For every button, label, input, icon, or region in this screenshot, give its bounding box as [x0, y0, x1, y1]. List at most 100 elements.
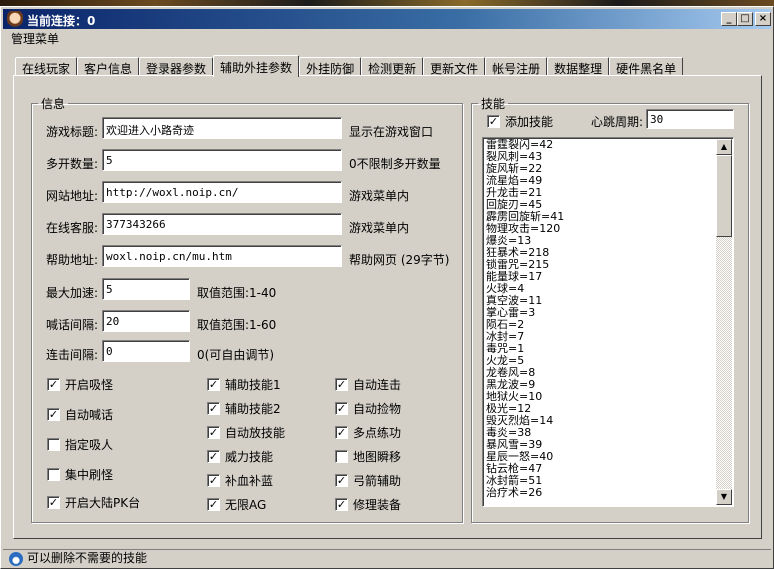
checkbox[interactable]: ✓: [207, 474, 220, 487]
option-auto-pickup[interactable]: ✓ 自动捡物: [335, 400, 401, 417]
option-label: 多点练功: [353, 426, 402, 440]
multi-open-input[interactable]: 5: [102, 149, 342, 171]
skill-list-scrollbar[interactable]: ▲ ▼: [716, 139, 732, 505]
checkbox[interactable]: ✓: [47, 496, 60, 509]
online-service-input[interactable]: 377343266: [102, 213, 342, 235]
add-skill-label: 添加技能: [505, 115, 554, 129]
multi-open-label: 多开数量:: [46, 157, 99, 171]
game-title-note: 显示在游戏窗口: [349, 125, 434, 139]
max-speed-input[interactable]: 5: [102, 278, 190, 300]
title-bar[interactable]: 当前连接：0 _ □ ×: [3, 9, 771, 29]
option-label: 威力技能: [225, 450, 274, 464]
online-service-label: 在线客服:: [46, 221, 99, 235]
checkbox[interactable]: [335, 450, 348, 463]
option-label: 辅助技能2: [225, 402, 281, 416]
add-skill-checkbox[interactable]: ✓ 添加技能: [487, 113, 553, 130]
option-hp-mp-refill[interactable]: ✓ 补血补蓝: [207, 472, 273, 489]
website-input[interactable]: http://woxl.noip.cn/: [102, 181, 342, 203]
option-repair-equipment[interactable]: ✓ 修理装备: [335, 496, 401, 513]
checkbox[interactable]: ✓: [207, 426, 220, 439]
option-multi-point-training[interactable]: ✓ 多点练功: [335, 424, 401, 441]
checkbox[interactable]: ✓: [487, 115, 500, 128]
checkbox[interactable]: ✓: [207, 450, 220, 463]
option-label: 地图瞬移: [353, 450, 402, 464]
tab-hardware-blacklist[interactable]: 硬件黑名单: [609, 57, 684, 76]
option-auto-combo[interactable]: ✓ 自动连击: [335, 376, 401, 393]
checkbox[interactable]: ✓: [207, 378, 220, 391]
menu-bar: 管理菜单: [11, 30, 59, 46]
tab-check-update[interactable]: 检测更新: [361, 57, 424, 76]
max-speed-note: 取值范围:1-40: [197, 286, 277, 300]
option-assist-skill-1[interactable]: ✓ 辅助技能1: [207, 376, 281, 393]
skill-list-item[interactable]: 治疗术=26: [486, 487, 714, 499]
scroll-down-icon[interactable]: ▼: [716, 489, 732, 505]
checkbox[interactable]: ✓: [207, 402, 220, 415]
tab-online-players[interactable]: 在线玩家: [15, 57, 78, 76]
minimize-button[interactable]: _: [721, 12, 737, 26]
checkbox[interactable]: ✓: [47, 378, 60, 391]
option-auto-shout[interactable]: ✓ 自动喊话: [47, 406, 113, 423]
multi-open-note: 0不限制多开数量: [349, 157, 441, 171]
option-label: 开启大陆PK台: [65, 496, 141, 510]
app-icon: [7, 11, 23, 27]
option-label: 集中刷怪: [65, 468, 114, 482]
help-url-label: 帮助地址:: [46, 253, 99, 267]
checkbox[interactable]: ✓: [335, 402, 348, 415]
option-label: 补血补蓝: [225, 474, 274, 488]
option-power-skill[interactable]: ✓ 威力技能: [207, 448, 273, 465]
checkbox[interactable]: [47, 468, 60, 481]
option-archery-assist[interactable]: ✓ 弓箭辅助: [335, 472, 401, 489]
option-map-teleport[interactable]: 地图瞬移: [335, 448, 401, 465]
info-group-legend: 信息: [41, 97, 66, 111]
heartbeat-input[interactable]: 30: [646, 109, 734, 129]
option-assist-skill-2[interactable]: ✓ 辅助技能2: [207, 400, 281, 417]
game-title-input[interactable]: 欢迎进入小路奇迹: [102, 117, 342, 139]
help-url-input[interactable]: woxl.noip.cn/mu.htm: [102, 245, 342, 267]
tab-strip: 在线玩家 客户信息 登录器参数 辅助外挂参数 外挂防御 检测更新 更新文件 帐号…: [15, 55, 684, 77]
option-label: 自动喊话: [65, 408, 114, 422]
option-label: 辅助技能1: [225, 378, 281, 392]
tab-assist-params[interactable]: 辅助外挂参数: [213, 55, 300, 77]
combo-interval-label: 连击间隔:: [46, 348, 99, 362]
help-url-note: 帮助网页 (29字节): [349, 253, 450, 267]
checkbox[interactable]: ✓: [335, 498, 348, 511]
tab-update-files[interactable]: 更新文件: [423, 57, 486, 76]
maximize-button[interactable]: □: [737, 12, 753, 26]
tab-account-register[interactable]: 帐号注册: [485, 57, 548, 76]
checkbox[interactable]: ✓: [207, 498, 220, 511]
shout-interval-note: 取值范围:1-60: [197, 318, 277, 332]
option-target-pull[interactable]: 指定吸人: [47, 436, 113, 453]
website-label: 网站地址:: [46, 189, 99, 203]
option-label: 自动捡物: [353, 402, 402, 416]
online-service-note: 游戏菜单内: [349, 221, 410, 235]
checkbox[interactable]: [47, 438, 60, 451]
checkbox[interactable]: ✓: [335, 474, 348, 487]
option-unlimited-ag[interactable]: ✓ 无限AG: [207, 496, 266, 513]
website-note: 游戏菜单内: [349, 189, 410, 203]
option-pk-arena[interactable]: ✓ 开启大陆PK台: [47, 494, 140, 511]
shout-interval-input[interactable]: 20: [102, 310, 190, 332]
combo-interval-input[interactable]: 0: [102, 340, 190, 362]
option-label: 自动连击: [353, 378, 402, 392]
menu-manage[interactable]: 管理菜单: [11, 32, 59, 46]
checkbox[interactable]: ✓: [47, 408, 60, 421]
status-text: 可以删除不需要的技能: [27, 551, 148, 565]
info-icon: [9, 552, 23, 566]
close-button[interactable]: ×: [755, 12, 771, 26]
tab-customer-info[interactable]: 客户信息: [77, 57, 140, 76]
option-auto-pull-monsters[interactable]: ✓ 开启吸怪: [47, 376, 113, 393]
app-window: 当前连接：0 _ □ × 管理菜单 在线玩家 客户信息 登录器参数 辅助外挂参数…: [0, 6, 774, 569]
option-label: 无限AG: [225, 498, 267, 512]
checkbox[interactable]: ✓: [335, 378, 348, 391]
scroll-thumb[interactable]: [716, 155, 732, 237]
skill-list[interactable]: 雷霆裂闪=42 裂风刺=43 旋风斩=22 流星焰=49 升龙击=21 回旋刃=45 霹雳回…: [482, 137, 734, 507]
tab-cheat-defense[interactable]: 外挂防御: [299, 57, 362, 76]
option-focus-farm[interactable]: 集中刷怪: [47, 466, 113, 483]
checkbox[interactable]: ✓: [335, 426, 348, 439]
option-label: 自动放技能: [225, 426, 286, 440]
option-auto-cast[interactable]: ✓ 自动放技能: [207, 424, 285, 441]
combo-interval-note: 0(可自由调节): [197, 348, 274, 362]
tab-launcher-params[interactable]: 登录器参数: [139, 57, 214, 76]
tab-data-cleanup[interactable]: 数据整理: [547, 57, 610, 76]
scroll-up-icon[interactable]: ▲: [716, 139, 732, 155]
